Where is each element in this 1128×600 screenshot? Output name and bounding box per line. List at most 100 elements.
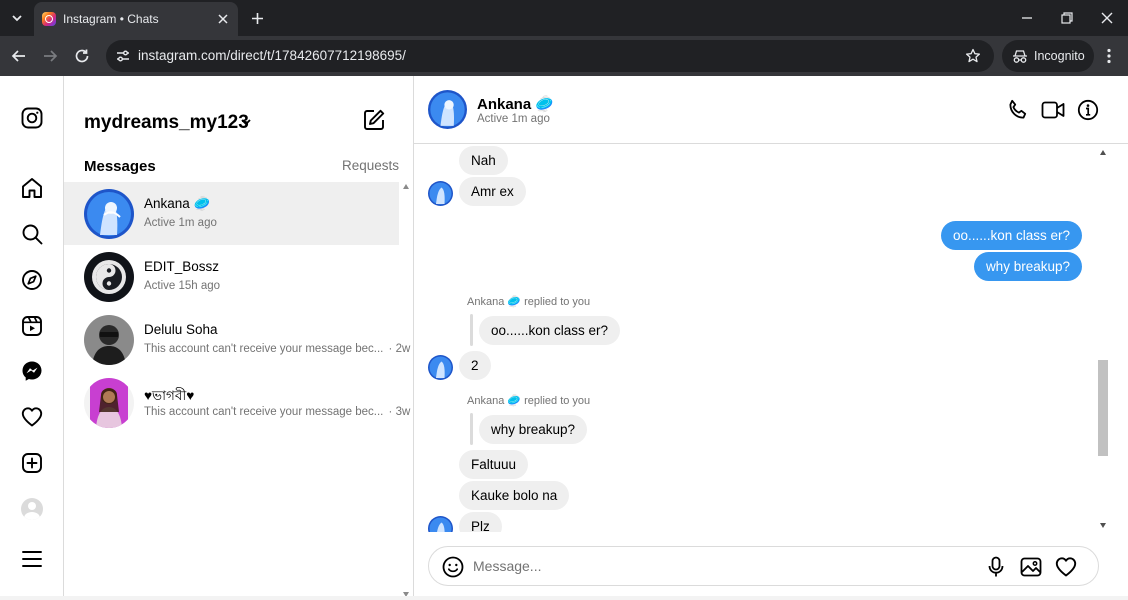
browser-menu-button[interactable] [1100,45,1118,67]
reload-button[interactable] [71,45,93,67]
incoming-message[interactable]: Amr ex [459,177,526,206]
minimize-icon [1022,17,1032,19]
incoming-message[interactable]: Kauke bolo na [459,481,570,510]
conversation-name: Ankana 🥏 [144,196,211,211]
sender-avatar [428,181,453,206]
quoted-message[interactable]: why breakup? [479,415,588,444]
incognito-icon [1013,50,1027,63]
conversation-name: Delulu Soha [144,322,218,337]
bookmark-star-icon[interactable] [964,47,982,65]
avatar [84,315,134,365]
video-icon [1041,101,1065,119]
conversation-status: Active 15h ago [144,280,221,292]
conversation-status: Active 1m ago [144,217,217,229]
conversation-list-panel: mydreams_my123 Messages Requests Ankana … [64,76,414,600]
message-input[interactable] [473,555,973,577]
scroll-down-arrow-icon[interactable] [1100,523,1106,528]
voice-message-button[interactable] [984,555,1008,579]
conversation-list-scrollbar[interactable] [399,182,413,600]
tab-title: Instagram • Chats [63,12,159,26]
conversation-item[interactable]: EDIT_Bossz Active 15h ago [64,245,399,308]
voice-call-button[interactable] [1005,97,1031,123]
thread-scrollbar[interactable] [1096,146,1112,532]
like-button[interactable] [1054,555,1078,579]
conversation-subtext: This account can't receive your message … [144,343,410,355]
emoji-icon [442,556,464,578]
conversation-subtext: Active 15h ago [144,280,220,292]
back-button[interactable] [8,45,30,67]
search-icon[interactable] [19,221,45,247]
window-close-button[interactable] [1092,6,1122,30]
conversation-item[interactable]: ♥ভাগবী♥ This account can't receive your … [64,371,410,434]
menu-icon[interactable] [19,546,45,572]
url-text: instagram.com/direct/t/17842607712198695… [138,48,406,63]
instagram-logo-icon[interactable] [19,105,45,131]
plus-icon [251,12,263,24]
contact-avatar[interactable] [428,90,467,129]
incoming-message[interactable]: 2 [459,351,491,380]
reply-indicator-bar [470,314,473,346]
contact-status: Active 1m ago [477,113,550,125]
site-info-icon[interactable] [114,47,132,65]
close-icon [218,14,228,24]
conversation-item[interactable]: Delulu Soha This account can't receive y… [64,308,410,371]
default-avatar-icon [21,498,43,520]
arrow-right-icon [44,50,58,62]
chevron-down-icon [12,15,22,22]
browser-tab[interactable]: Instagram • Chats [34,2,238,36]
new-message-button[interactable] [362,108,388,134]
nav-rail [0,76,64,600]
notifications-heart-icon[interactable] [19,404,45,430]
home-icon[interactable] [19,175,45,201]
info-icon [1077,99,1099,121]
tab-close-button[interactable] [214,10,232,28]
incoming-message[interactable]: Nah [459,146,508,175]
conversation-preview: This account can't receive your message … [144,406,384,418]
message-thread: Nah Amr ex oo......kon class er? why bre… [414,144,1114,532]
conversation-info-button[interactable] [1075,97,1101,123]
new-tab-button[interactable] [246,7,268,29]
emoji-button[interactable] [441,555,465,579]
add-photo-button[interactable] [1019,555,1043,579]
image-icon [1020,557,1042,577]
scroll-up-arrow-icon[interactable] [1100,150,1106,155]
messages-heading: Messages [84,158,156,175]
sender-avatar [428,355,453,380]
video-call-button[interactable] [1040,97,1066,123]
browser-tab-bar: Instagram • Chats [0,0,1128,36]
avatar [84,189,134,239]
minimize-button[interactable] [1012,6,1042,30]
tab-search-button[interactable] [4,6,30,30]
outgoing-message[interactable]: why breakup? [973,252,1082,281]
address-bar[interactable]: instagram.com/direct/t/17842607712198695… [106,40,994,72]
incognito-indicator[interactable]: Incognito [1002,40,1094,72]
reels-icon[interactable] [19,313,45,339]
incoming-message[interactable]: Faltuuu [459,450,529,479]
chevron-down-icon[interactable] [240,116,252,128]
reload-icon [75,49,89,63]
sender-avatar [428,516,453,532]
conversation-name: ♥ভাগবী♥ [144,388,195,403]
profile-avatar[interactable] [19,496,45,522]
reply-indicator-bar [470,413,473,445]
account-username[interactable]: mydreams_my123 [84,112,249,134]
reply-meta: Ankana 🥏 replied to you [467,296,591,308]
incoming-message[interactable]: Plz [459,512,502,532]
phone-icon [1009,99,1027,119]
requests-link[interactable]: Requests [342,158,399,173]
contact-name[interactable]: Ankana 🥏 [477,95,554,113]
restore-button[interactable] [1052,6,1082,30]
outgoing-message[interactable]: oo......kon class er? [940,221,1082,250]
create-icon[interactable] [19,450,45,476]
avatar [84,378,134,428]
explore-icon[interactable] [19,267,45,293]
instagram-favicon-icon [42,12,56,26]
forward-button[interactable] [39,45,61,67]
close-icon [1101,12,1113,24]
scrollbar-thumb[interactable] [1098,360,1108,456]
messenger-icon[interactable] [19,358,45,384]
scroll-up-arrow-icon[interactable] [403,184,409,189]
conversation-item[interactable]: Ankana 🥏 Active 1m ago [64,182,399,245]
window-bottom-edge [0,596,1128,600]
quoted-message[interactable]: oo......kon class er? [479,316,621,345]
